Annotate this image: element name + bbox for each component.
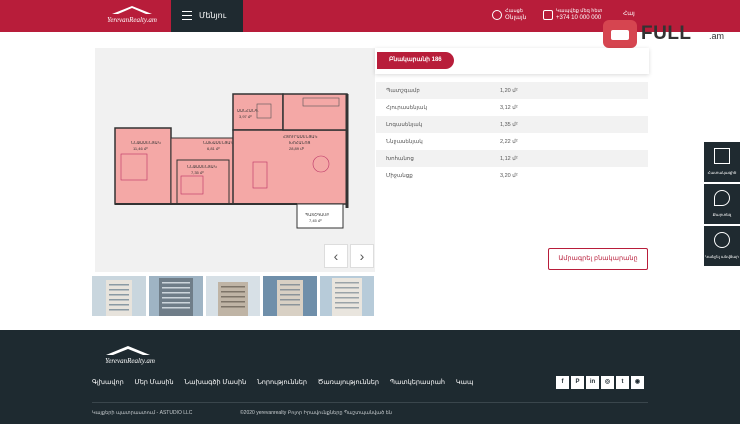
- hamburger-icon: [182, 11, 192, 20]
- tool-label: Քարտեզ: [712, 212, 732, 217]
- pinterest-icon[interactable]: P: [571, 376, 584, 389]
- spec-value: 1,12 մ²: [500, 156, 518, 162]
- thumbnail[interactable]: [149, 276, 203, 316]
- spec-row: Միջանցք 3,20 մ²: [376, 167, 648, 184]
- car-icon: [603, 20, 637, 48]
- watermark-logo: FULL .am: [603, 20, 733, 48]
- floorplan-tool-button[interactable]: Հատակագիծ: [704, 142, 740, 182]
- facebook-icon[interactable]: f: [556, 376, 569, 389]
- footer-divider: [92, 402, 648, 403]
- label-hall: ՆԱԽԱՍԵՆՅԱԿ: [203, 140, 233, 145]
- tool-label: Հատակագիծ: [707, 170, 737, 175]
- spec-row: Լոգասենյակ 1,35 մ²: [376, 116, 648, 133]
- svg-text:6,81 մ²: 6,81 մ²: [207, 146, 220, 151]
- phone-title: Կապվեք մեզ հետ: [556, 8, 603, 14]
- spec-value: 3,20 մ²: [500, 173, 518, 179]
- linkedin-icon[interactable]: in: [586, 376, 599, 389]
- label-bedroom: ՆՆՋԱՍԵՆՅԱԿ: [131, 140, 161, 145]
- footer-link-project[interactable]: Նախագծի Մասին: [184, 379, 246, 386]
- footer-nav: Գլխավոր Մեր Մասին Նախագծի Մասին Նորությո…: [92, 378, 482, 386]
- language-switch[interactable]: Հայ: [623, 10, 635, 17]
- address-value: Օնլայն: [505, 15, 527, 21]
- spec-label: Միջանցք: [386, 173, 413, 179]
- footer-copyright: ©2020 yerevanrealty Բոլոր Իրավունքները Պ…: [240, 410, 392, 416]
- twitter-icon[interactable]: t: [616, 376, 629, 389]
- spec-row: Խոհանոց 1,12 մ²: [376, 150, 648, 167]
- phone-value: +374 10 000 000: [556, 15, 602, 21]
- dribbble-icon[interactable]: ◉: [631, 376, 644, 389]
- book-apartment-button[interactable]: Ամրագրել բնակարանը: [548, 248, 648, 270]
- spec-value: 1,35 մ²: [500, 122, 518, 128]
- svg-text:7,35 մ²: 7,35 մ²: [191, 170, 204, 175]
- call-tool-button[interactable]: Կանչել անվճար: [704, 226, 740, 266]
- apartment-specs: Պատշգամբ 1,20 մ² Հյուրասենյակ 3,12 մ² Լոգա…: [376, 82, 648, 184]
- label-bath: ՍԱՆՀԱՆԳ.: [237, 108, 259, 113]
- footer-link-services[interactable]: Ծառայություններ: [318, 379, 379, 386]
- svg-text:7,45 մ²: 7,45 մ²: [309, 218, 322, 223]
- floorplan-icon: [714, 148, 730, 164]
- map-tool-button[interactable]: Քարտեզ: [704, 184, 740, 224]
- gallery-thumbnails: [92, 276, 377, 316]
- watermark-tld: .am: [709, 31, 725, 41]
- apartment-title-card: Բնակարանի 186: [375, 48, 649, 74]
- svg-text:28,89 մ²: 28,89 մ²: [289, 146, 305, 151]
- footer-logo[interactable]: YerevanRealty.am: [92, 344, 160, 368]
- footer-link-home[interactable]: Գլխավոր: [92, 379, 124, 386]
- footer-link-news[interactable]: Նորություններ: [257, 379, 307, 386]
- svg-text:ԽՈՀԱՆՈՑ: ԽՈՀԱՆՈՑ: [289, 140, 310, 145]
- location-icon: [492, 10, 502, 20]
- map-icon: [714, 190, 730, 206]
- logo-text: YerevanRealty.am: [107, 16, 157, 24]
- site-logo[interactable]: YerevanRealty.am: [98, 4, 166, 28]
- spec-value: 3,12 մ²: [500, 105, 518, 111]
- spec-label: Պատշգամբ: [386, 88, 420, 94]
- instagram-icon[interactable]: ◎: [601, 376, 614, 389]
- label-living: ՀՅՈՒՐԱՍԵՆՅԱԿ: [283, 134, 317, 139]
- menu-button[interactable]: Մենյու: [171, 0, 243, 32]
- thumbnail[interactable]: [206, 276, 260, 316]
- thumbnail[interactable]: [320, 276, 374, 316]
- svg-text:3,97 մ²: 3,97 մ²: [239, 114, 252, 119]
- phone-icon: [714, 232, 730, 248]
- footer-logo-text: YerevanRealty.am: [105, 357, 155, 365]
- thumbnail[interactable]: [92, 276, 146, 316]
- spec-row: Ննջասենյակ 2,22 մ²: [376, 133, 648, 150]
- footer-link-contact[interactable]: Կապ: [456, 379, 473, 386]
- floorplan-viewer: ՆՆՋԱՍԵՆՅԱԿ 11,46 մ² ՆԱԽԱՍԵՆՅԱԿ 6,81 մ² Ն…: [95, 48, 375, 272]
- spec-label: Լոգասենյակ: [386, 122, 423, 128]
- spec-label: Ննջասենյակ: [386, 139, 423, 145]
- site-footer: YerevanRealty.am Գլխավոր Մեր Մասին Նախագ…: [0, 330, 740, 424]
- svg-text:11,46 մ²: 11,46 մ²: [133, 146, 148, 151]
- phone-icon: [543, 10, 553, 20]
- footer-link-about[interactable]: Մեր Մասին: [135, 379, 174, 386]
- spec-label: Հյուրասենյակ: [386, 105, 427, 111]
- label-bedroom2: ՆՆՋԱՍԵՆՅԱԿ: [187, 164, 217, 169]
- gallery-next-button[interactable]: ›: [350, 244, 374, 268]
- thumbnail[interactable]: [263, 276, 317, 316]
- gallery-prev-button[interactable]: ‹: [324, 244, 348, 268]
- apartment-title: Բնակարանի 186: [377, 52, 454, 69]
- menu-label: Մենյու: [199, 11, 227, 20]
- spec-row: Պատշգամբ 1,20 մ²: [376, 82, 648, 99]
- address-title: Հասցե: [505, 8, 523, 14]
- spec-value: 1,20 մ²: [500, 88, 518, 94]
- spec-label: Խոհանոց: [386, 156, 414, 162]
- label-balcony: ՊԱՏՇԳԱՄԲ: [305, 212, 329, 217]
- footer-credit[interactable]: Կայքերի պատրաստում - ASTUDIO LLC: [92, 410, 192, 416]
- spec-value: 2,22 մ²: [500, 139, 518, 145]
- tool-label: Կանչել անվճար: [705, 254, 739, 259]
- spec-row: Հյուրասենյակ 3,12 մ²: [376, 99, 648, 116]
- watermark-brand: FULL: [641, 23, 692, 44]
- footer-link-gallery[interactable]: Պատկերասրահ: [390, 379, 445, 386]
